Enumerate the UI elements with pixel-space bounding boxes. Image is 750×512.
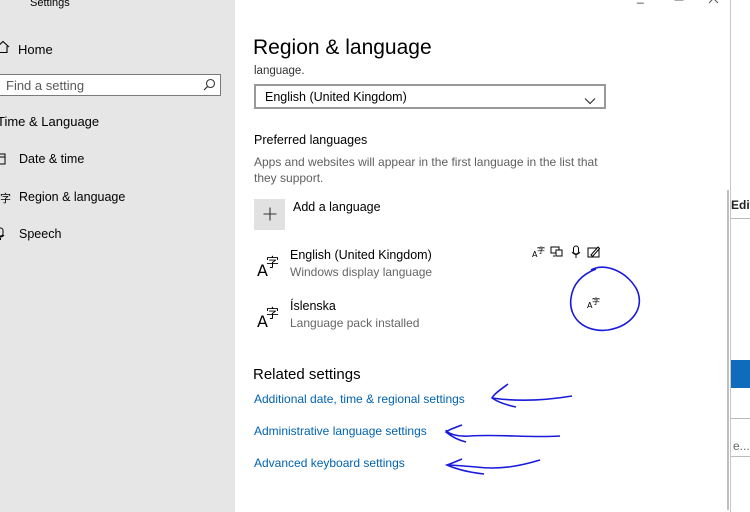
speech-recognition-feature-icon bbox=[569, 245, 583, 259]
sidebar-item-region-language[interactable]: 字 Region & language bbox=[0, 186, 125, 208]
dropdown-value: English (United Kingdom) bbox=[265, 90, 407, 104]
text-to-speech-feature-icon bbox=[550, 245, 564, 259]
display-language-caption: language. bbox=[254, 65, 305, 77]
sidebar-item-date-time[interactable]: Date & time bbox=[0, 148, 84, 170]
search-icon[interactable] bbox=[202, 78, 216, 92]
language-item-islenska[interactable]: A字 Íslenska Language pack installed bbox=[254, 299, 554, 333]
divider bbox=[731, 218, 750, 219]
background-window-text-2: e... bbox=[733, 439, 750, 453]
microphone-icon bbox=[0, 227, 14, 241]
plus-icon bbox=[254, 198, 285, 230]
display-language-feature-icon: A字 bbox=[587, 296, 601, 310]
calendar-clock-icon bbox=[0, 152, 14, 166]
preferred-languages-description: Apps and websites will appear in the fir… bbox=[254, 155, 598, 185]
additional-date-time-regional-link[interactable]: Additional date, time & regional setting… bbox=[254, 392, 465, 406]
language-glyph-icon: A字 bbox=[256, 252, 284, 280]
language-name: English (United Kingdom) bbox=[290, 248, 432, 262]
svg-text:字: 字 bbox=[592, 296, 600, 306]
add-language-label: Add a language bbox=[293, 200, 381, 214]
display-language-feature-icon: A字 bbox=[532, 245, 546, 259]
search-input[interactable] bbox=[6, 77, 196, 93]
language-status: Language pack installed bbox=[290, 316, 420, 330]
svg-text:字: 字 bbox=[0, 191, 11, 204]
window-edge bbox=[730, 0, 731, 512]
minimize-icon[interactable]: _ bbox=[637, 0, 644, 4]
sidebar: Settings Home Time & Language Date & tim… bbox=[0, 0, 235, 512]
search-box bbox=[0, 74, 221, 96]
administrative-language-settings-link[interactable]: Administrative language settings bbox=[254, 424, 427, 438]
language-glyph-icon: A字 bbox=[256, 303, 284, 331]
advanced-keyboard-settings-link[interactable]: Advanced keyboard settings bbox=[254, 456, 405, 470]
chevron-down-icon bbox=[584, 92, 596, 110]
scrollbar[interactable] bbox=[727, 190, 729, 510]
sidebar-item-label: Home bbox=[18, 41, 53, 57]
sidebar-item-label: Date & time bbox=[19, 152, 85, 166]
preferred-languages-heading: Preferred languages bbox=[254, 133, 368, 147]
section-header: Time & Language bbox=[0, 114, 100, 129]
language-item-english-uk[interactable]: A字 English (United Kingdom) Windows disp… bbox=[254, 248, 554, 282]
sidebar-item-label: Speech bbox=[19, 227, 62, 241]
sidebar-item-home[interactable]: Home bbox=[0, 38, 53, 60]
svg-text:字: 字 bbox=[266, 307, 279, 322]
background-window-text: Edit bbox=[731, 198, 750, 212]
sidebar-item-label: Region & language bbox=[19, 190, 126, 204]
add-language-button[interactable]: Add a language bbox=[254, 198, 381, 230]
related-settings-heading: Related settings bbox=[253, 366, 361, 383]
divider bbox=[731, 418, 750, 419]
background-window-button bbox=[731, 360, 750, 388]
divider bbox=[731, 456, 750, 457]
svg-text:字: 字 bbox=[266, 256, 279, 271]
svg-text:字: 字 bbox=[537, 245, 545, 255]
sidebar-item-speech[interactable]: Speech bbox=[0, 223, 61, 245]
language-name: Íslenska bbox=[290, 299, 336, 313]
language-icon: 字 bbox=[0, 190, 14, 204]
handwriting-feature-icon bbox=[587, 245, 601, 259]
close-icon[interactable] bbox=[708, 0, 719, 8]
window-title: Settings bbox=[30, 0, 70, 9]
maximize-icon[interactable] bbox=[674, 0, 684, 6]
home-icon bbox=[0, 40, 10, 59]
page-title: Region & language bbox=[253, 36, 432, 59]
language-status: Windows display language bbox=[290, 265, 433, 279]
display-language-dropdown[interactable]: English (United Kingdom) bbox=[254, 84, 606, 109]
